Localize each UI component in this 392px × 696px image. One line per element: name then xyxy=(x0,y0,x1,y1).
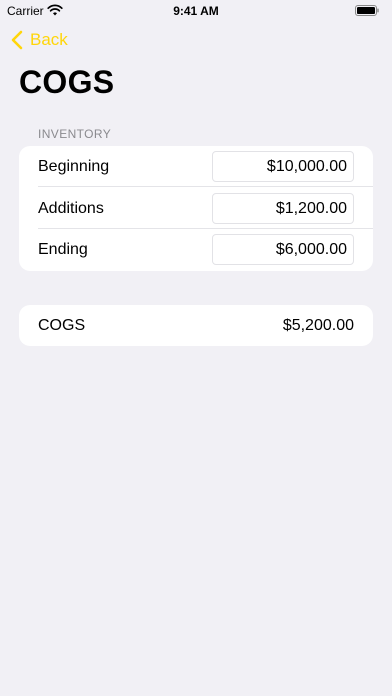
beginning-amount-field[interactable] xyxy=(212,151,354,182)
beginning-label: Beginning xyxy=(38,157,110,175)
back-label: Back xyxy=(30,30,68,49)
inventory-row-beginning: Beginning xyxy=(19,146,373,187)
inventory-row-additions: Additions xyxy=(19,188,373,229)
additions-amount-field[interactable] xyxy=(212,193,354,224)
clock: 9:41 AM xyxy=(173,4,219,18)
chevron-left-icon xyxy=(11,30,23,50)
cogs-value: $5,200.00 xyxy=(282,316,354,334)
page-title: COGS xyxy=(19,64,115,100)
row-divider xyxy=(38,186,373,187)
ending-amount-field[interactable] xyxy=(212,234,354,265)
cogs-summary-row: COGS $5,200.00 xyxy=(19,305,373,346)
back-button[interactable]: Back xyxy=(10,29,68,51)
inventory-row-ending: Ending xyxy=(19,229,373,270)
ending-label: Ending xyxy=(38,240,88,258)
inventory-section-header: INVENTORY xyxy=(38,127,112,141)
battery-icon xyxy=(355,5,379,16)
inventory-card: Beginning Additions Ending xyxy=(19,146,373,271)
status-bar: Carrier 9:41 AM xyxy=(0,0,392,22)
cogs-label: COGS xyxy=(38,316,86,334)
additions-label: Additions xyxy=(38,199,104,217)
cogs-summary-card: COGS $5,200.00 xyxy=(19,305,373,346)
